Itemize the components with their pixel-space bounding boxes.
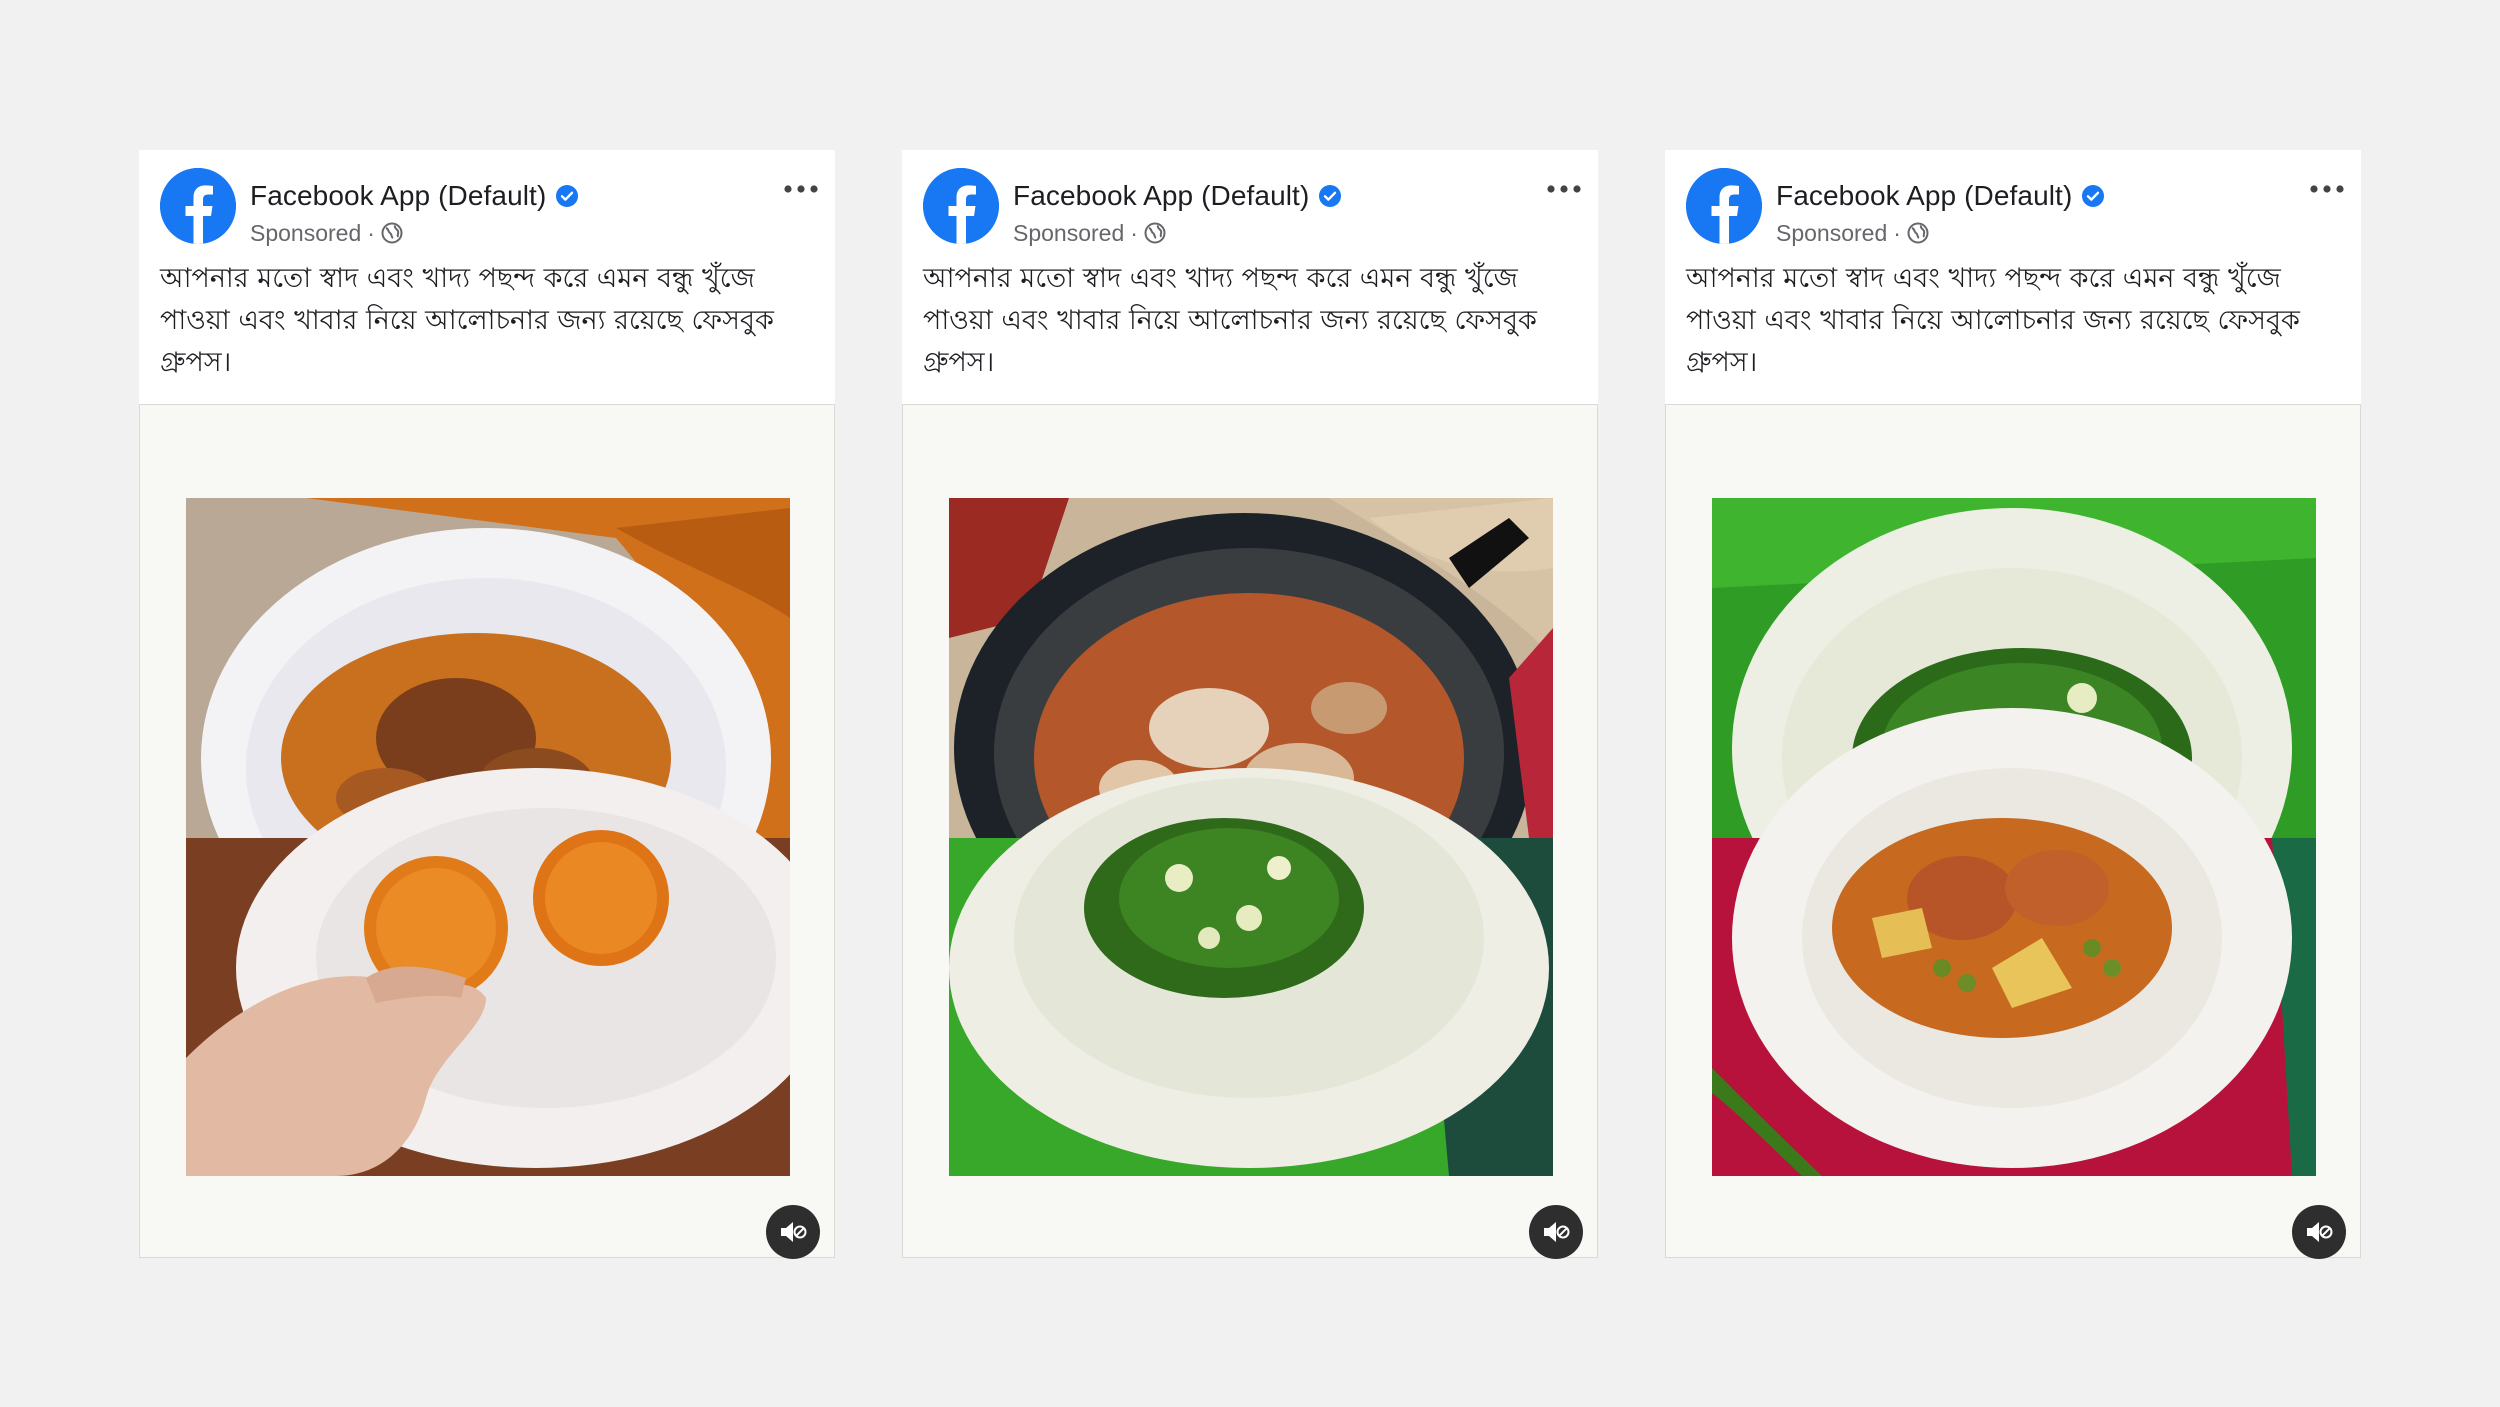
ad-card-1: Facebook App (Default) Sponsored · আপনার…: [139, 150, 835, 1259]
post-header: Facebook App (Default) Sponsored · আপনার…: [1665, 150, 2361, 404]
post-caption: আপনার মতো স্বাদ এবং খাদ্য পছন্দ করে এমন …: [1686, 263, 2300, 378]
ad-card-3: Facebook App (Default) Sponsored · আপনার…: [1665, 150, 2361, 1259]
page-name[interactable]: Facebook App (Default): [1776, 180, 2072, 212]
facebook-logo-icon[interactable]: [1686, 168, 1762, 244]
verified-badge-icon: [1319, 185, 1342, 207]
verified-badge-icon: [2082, 185, 2105, 207]
page-name[interactable]: Facebook App (Default): [250, 180, 546, 212]
post-caption: আপনার মতো স্বাদ এবং খাদ্য পছন্দ করে এমন …: [923, 263, 1537, 378]
facebook-logo-icon[interactable]: [923, 168, 999, 244]
muted-speaker-icon[interactable]: [2292, 1205, 2346, 1259]
sponsored-label[interactable]: Sponsored: [250, 220, 361, 247]
more-options-icon[interactable]: [2307, 176, 2347, 202]
muted-speaker-icon[interactable]: [766, 1205, 820, 1259]
sponsored-label[interactable]: Sponsored: [1013, 220, 1124, 247]
page-name[interactable]: Facebook App (Default): [1013, 180, 1309, 212]
globe-icon: [1144, 222, 1166, 244]
food-collage-image[interactable]: [949, 498, 1553, 1176]
meta-separator: ·: [1130, 219, 1138, 246]
meta-separator: ·: [367, 219, 375, 246]
globe-icon: [1907, 222, 1929, 244]
facebook-logo-icon[interactable]: [160, 168, 236, 244]
post-caption: আপনার মতো স্বাদ এবং খাদ্য পছন্দ করে এমন …: [160, 263, 774, 378]
muted-speaker-icon[interactable]: [1529, 1205, 1583, 1259]
meta-separator: ·: [1893, 219, 1901, 246]
post-header: Facebook App (Default) Sponsored · আপনার…: [139, 150, 835, 404]
post-media[interactable]: [139, 404, 835, 1259]
ad-card-2: Facebook App (Default) Sponsored · আপনার…: [902, 150, 1598, 1259]
more-options-icon[interactable]: [781, 176, 821, 202]
food-collage-image[interactable]: [186, 498, 790, 1176]
verified-badge-icon: [556, 185, 579, 207]
post-media[interactable]: [1665, 404, 2361, 1259]
more-options-icon[interactable]: [1544, 176, 1584, 202]
food-collage-image[interactable]: [1712, 498, 2316, 1176]
globe-icon: [381, 222, 403, 244]
post-header: Facebook App (Default) Sponsored · আপনার…: [902, 150, 1598, 404]
post-media[interactable]: [902, 404, 1598, 1259]
sponsored-label[interactable]: Sponsored: [1776, 220, 1887, 247]
